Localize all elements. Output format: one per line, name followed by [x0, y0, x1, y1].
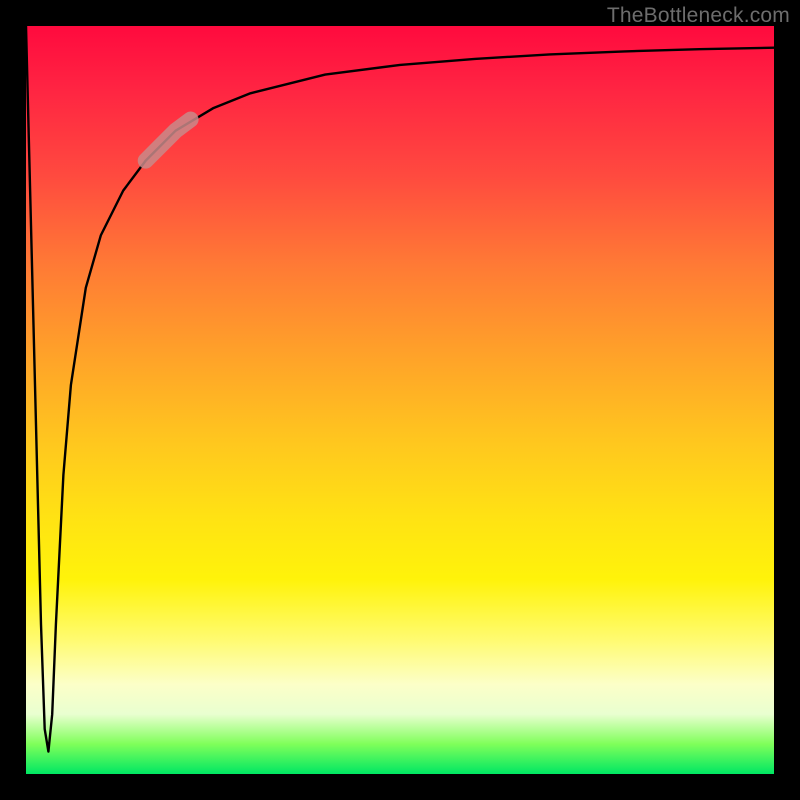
chart-container: TheBottleneck.com: [0, 0, 800, 800]
curve-path: [26, 26, 774, 752]
watermark-label: TheBottleneck.com: [607, 4, 790, 28]
highlight-segment: [146, 120, 191, 161]
bottleneck-curve: [26, 26, 774, 774]
chart-plot-area: [26, 26, 774, 774]
